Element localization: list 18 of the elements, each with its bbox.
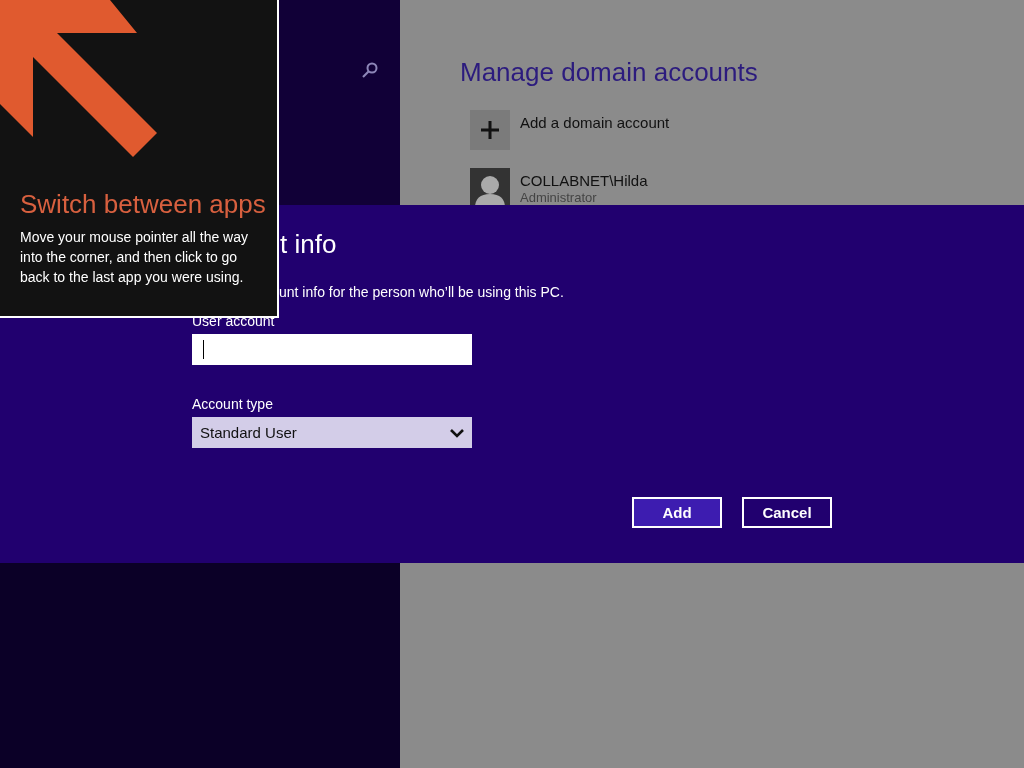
tip-title: Switch between apps bbox=[20, 188, 267, 220]
account-name[interactable]: COLLABNET\Hilda bbox=[520, 172, 648, 190]
field-label: Account type bbox=[192, 396, 274, 413]
arrow-icon bbox=[0, 0, 157, 157]
dialog-title: t info bbox=[280, 229, 338, 259]
input-field[interactable] bbox=[192, 334, 472, 365]
account-name[interactable]: Add a domain account bbox=[520, 114, 670, 132]
dropdown[interactable]: Standard User bbox=[192, 417, 472, 448]
dialog-description: unt info for the person who’ll be using this PC. bbox=[279, 283, 565, 301]
tip-text: Move your mouse pointer all the way into the corner, and then click to go back to the last app you were using. bbox=[20, 228, 249, 287]
search-icon[interactable] bbox=[362, 62, 378, 78]
account-role: Administrator bbox=[520, 190, 598, 206]
cancel-button[interactable]: Cancel bbox=[742, 497, 832, 528]
add-tile[interactable] bbox=[470, 110, 510, 150]
add-button[interactable]: Add bbox=[632, 497, 722, 528]
page-title: Manage domain accounts bbox=[460, 56, 759, 88]
chevron-down-icon bbox=[450, 427, 464, 438]
plus-icon bbox=[480, 120, 500, 140]
